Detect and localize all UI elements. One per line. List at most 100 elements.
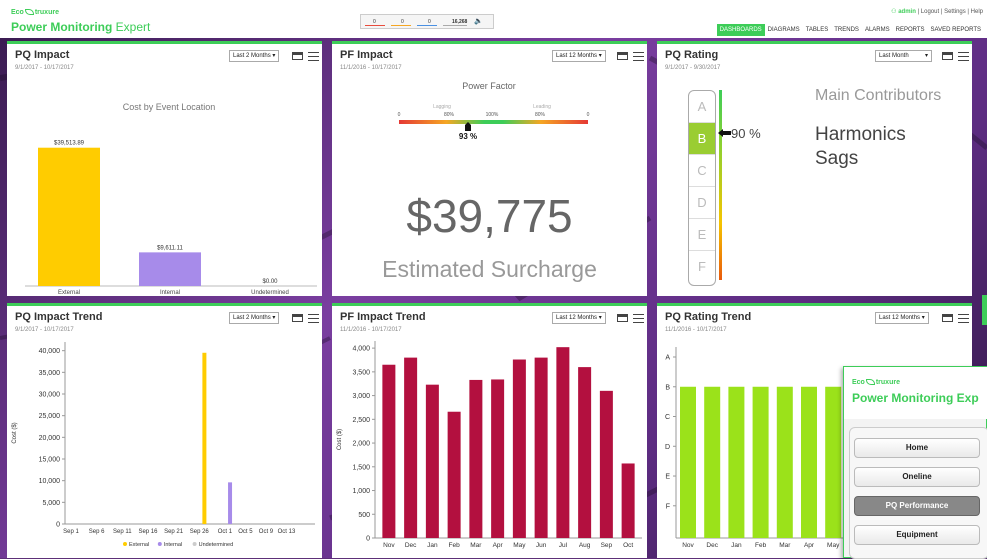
time-range-select[interactable]: Last 2 Months ▾ (229, 312, 280, 324)
bar (621, 463, 635, 538)
menu-icon[interactable] (633, 52, 644, 61)
tab-tables[interactable]: TABLES (803, 24, 832, 36)
menu-icon[interactable] (958, 52, 969, 61)
speaker-icon[interactable]: 🔈 (474, 17, 483, 25)
pf-impact-panel: PF Impact 11/1/2016 - 10/17/2017 Last 12… (332, 41, 647, 296)
nav-pq-performance-button[interactable]: PQ Performance (854, 496, 980, 516)
y-tick-label: C (665, 414, 670, 421)
pq-impact-trend-panel: PQ Impact Trend 9/1/2017 - 10/17/2017 La… (7, 303, 322, 558)
bar (425, 384, 439, 538)
x-tick-label: May (827, 542, 840, 549)
x-tick-label: May (513, 542, 526, 549)
tab-saved-reports[interactable]: SAVED REPORTS (928, 24, 984, 36)
bar (801, 386, 817, 538)
panel-title: PQ Rating Trend (665, 311, 752, 323)
y-tick-label: 1,000 (352, 488, 370, 495)
logout-link[interactable]: Logout (921, 9, 939, 15)
settings-link[interactable]: Settings (944, 9, 966, 15)
bar (139, 252, 201, 286)
tab-dashboards[interactable]: DASHBOARDS (716, 24, 765, 36)
x-tick-label: Sep 11 (113, 529, 132, 535)
y-tick-label: 15,000 (39, 457, 61, 464)
y-tick-label: A (665, 355, 670, 362)
tab-reports[interactable]: REPORTS (893, 24, 928, 36)
grade-d: D (689, 187, 715, 219)
nav-equipment-button[interactable]: Equipment (854, 525, 980, 545)
y-tick-label: 500 (358, 512, 370, 519)
main-nav-tabs: DASHBOARDS DIAGRAMS TABLES TRENDS ALARMS… (716, 24, 984, 36)
bar (534, 357, 548, 538)
bar (491, 379, 505, 538)
user-icon: ⚇ (891, 9, 897, 15)
panel-title: PQ Impact Trend (15, 311, 103, 323)
maximize-icon[interactable] (292, 314, 303, 322)
legend-label: Internal (164, 542, 182, 548)
x-tick-label: Sep 6 (89, 529, 105, 535)
x-tick-label: Aug (579, 542, 591, 549)
y-axis-label: Cost ($) (12, 422, 18, 443)
x-tick-label: Sep 21 (164, 529, 184, 535)
gauge-tick: 80% (444, 112, 455, 118)
x-tick-label: Oct 9 (259, 529, 274, 535)
alarm-counter[interactable]: 0 0 0 16,268 🔈 (360, 14, 494, 29)
user-name-link[interactable]: admin (898, 9, 916, 15)
x-tick-label: Apr (493, 542, 504, 549)
menu-icon[interactable] (308, 314, 319, 323)
menu-icon[interactable] (633, 314, 644, 323)
grade-e: E (689, 219, 715, 251)
x-tick-label: Dec (706, 542, 718, 549)
bar (404, 357, 418, 538)
x-tick-label: Mar (779, 542, 791, 549)
tab-diagrams[interactable]: DIAGRAMS (765, 24, 803, 36)
y-tick-label: 2,000 (352, 441, 370, 448)
grade-a: A (689, 91, 715, 123)
grade-f: F (698, 259, 706, 274)
tab-alarms[interactable]: ALARMS (862, 24, 893, 36)
pf-impact-trend-chart: 0 500 1,000 1,500 2,000 2,500 3,000 3,500 4,000 C… (337, 341, 642, 549)
menu-icon[interactable] (958, 314, 969, 323)
y-tick-label: 30,000 (39, 392, 61, 399)
tab-trends[interactable]: TRENDS (831, 24, 862, 36)
brand-logo-main: Power Monitoring Expert (11, 20, 151, 34)
y-tick-label: 2,500 (352, 417, 370, 424)
y-tick-label: 35,000 (39, 370, 61, 377)
side-tab-handle[interactable] (982, 295, 987, 325)
legend-label: External (129, 542, 149, 548)
legend-label: Undetermined (199, 542, 234, 548)
maximize-icon[interactable] (617, 314, 628, 322)
time-range-select[interactable]: Last 2 Months ▾ (229, 50, 280, 62)
maximize-icon[interactable] (617, 52, 628, 60)
y-tick-label: D (665, 444, 670, 451)
y-tick-label: F (666, 503, 670, 510)
panel-title: PQ Rating (665, 49, 719, 61)
maximize-icon[interactable] (942, 52, 953, 60)
bar (704, 386, 721, 538)
bar (556, 347, 570, 538)
time-range-select[interactable]: Last 12 Months ▾ (875, 312, 929, 324)
legend-marker (192, 542, 197, 546)
help-link[interactable]: Help (971, 9, 983, 15)
x-tick-label: Dec (405, 542, 417, 549)
navigation-popup: Eco truxure Power Monitoring Exp Home One… (843, 366, 987, 559)
time-range-select[interactable]: Last 12 Months ▾ (552, 312, 606, 324)
maximize-icon[interactable] (942, 314, 953, 322)
nav-oneline-button[interactable]: Oneline (854, 467, 980, 487)
y-tick-label: 10,000 (39, 478, 61, 485)
menu-icon[interactable] (308, 52, 319, 61)
data-label: $9,611.11 (157, 245, 183, 251)
panel-title: PQ Impact (15, 49, 70, 61)
pq-impact-panel: PQ Impact 9/1/2017 - 10/17/2017 Last 2 M… (7, 41, 322, 296)
time-range-select[interactable]: Last 12 Months ▾ (552, 50, 606, 62)
time-range-select[interactable]: Last Month ▾ (875, 50, 932, 62)
rating-value: 90 % (731, 126, 761, 141)
maximize-icon[interactable] (292, 52, 303, 60)
y-axis-label: Cost ($) (337, 429, 343, 450)
bar (38, 147, 100, 286)
gauge-lagging-label: Lagging (433, 104, 451, 110)
nav-home-button[interactable]: Home (854, 438, 980, 458)
leaf-logo-icon (24, 9, 34, 16)
bar (776, 386, 793, 538)
y-tick-label: B (665, 384, 670, 391)
grade-b: B (689, 123, 715, 155)
y-tick-label: E (665, 474, 670, 481)
